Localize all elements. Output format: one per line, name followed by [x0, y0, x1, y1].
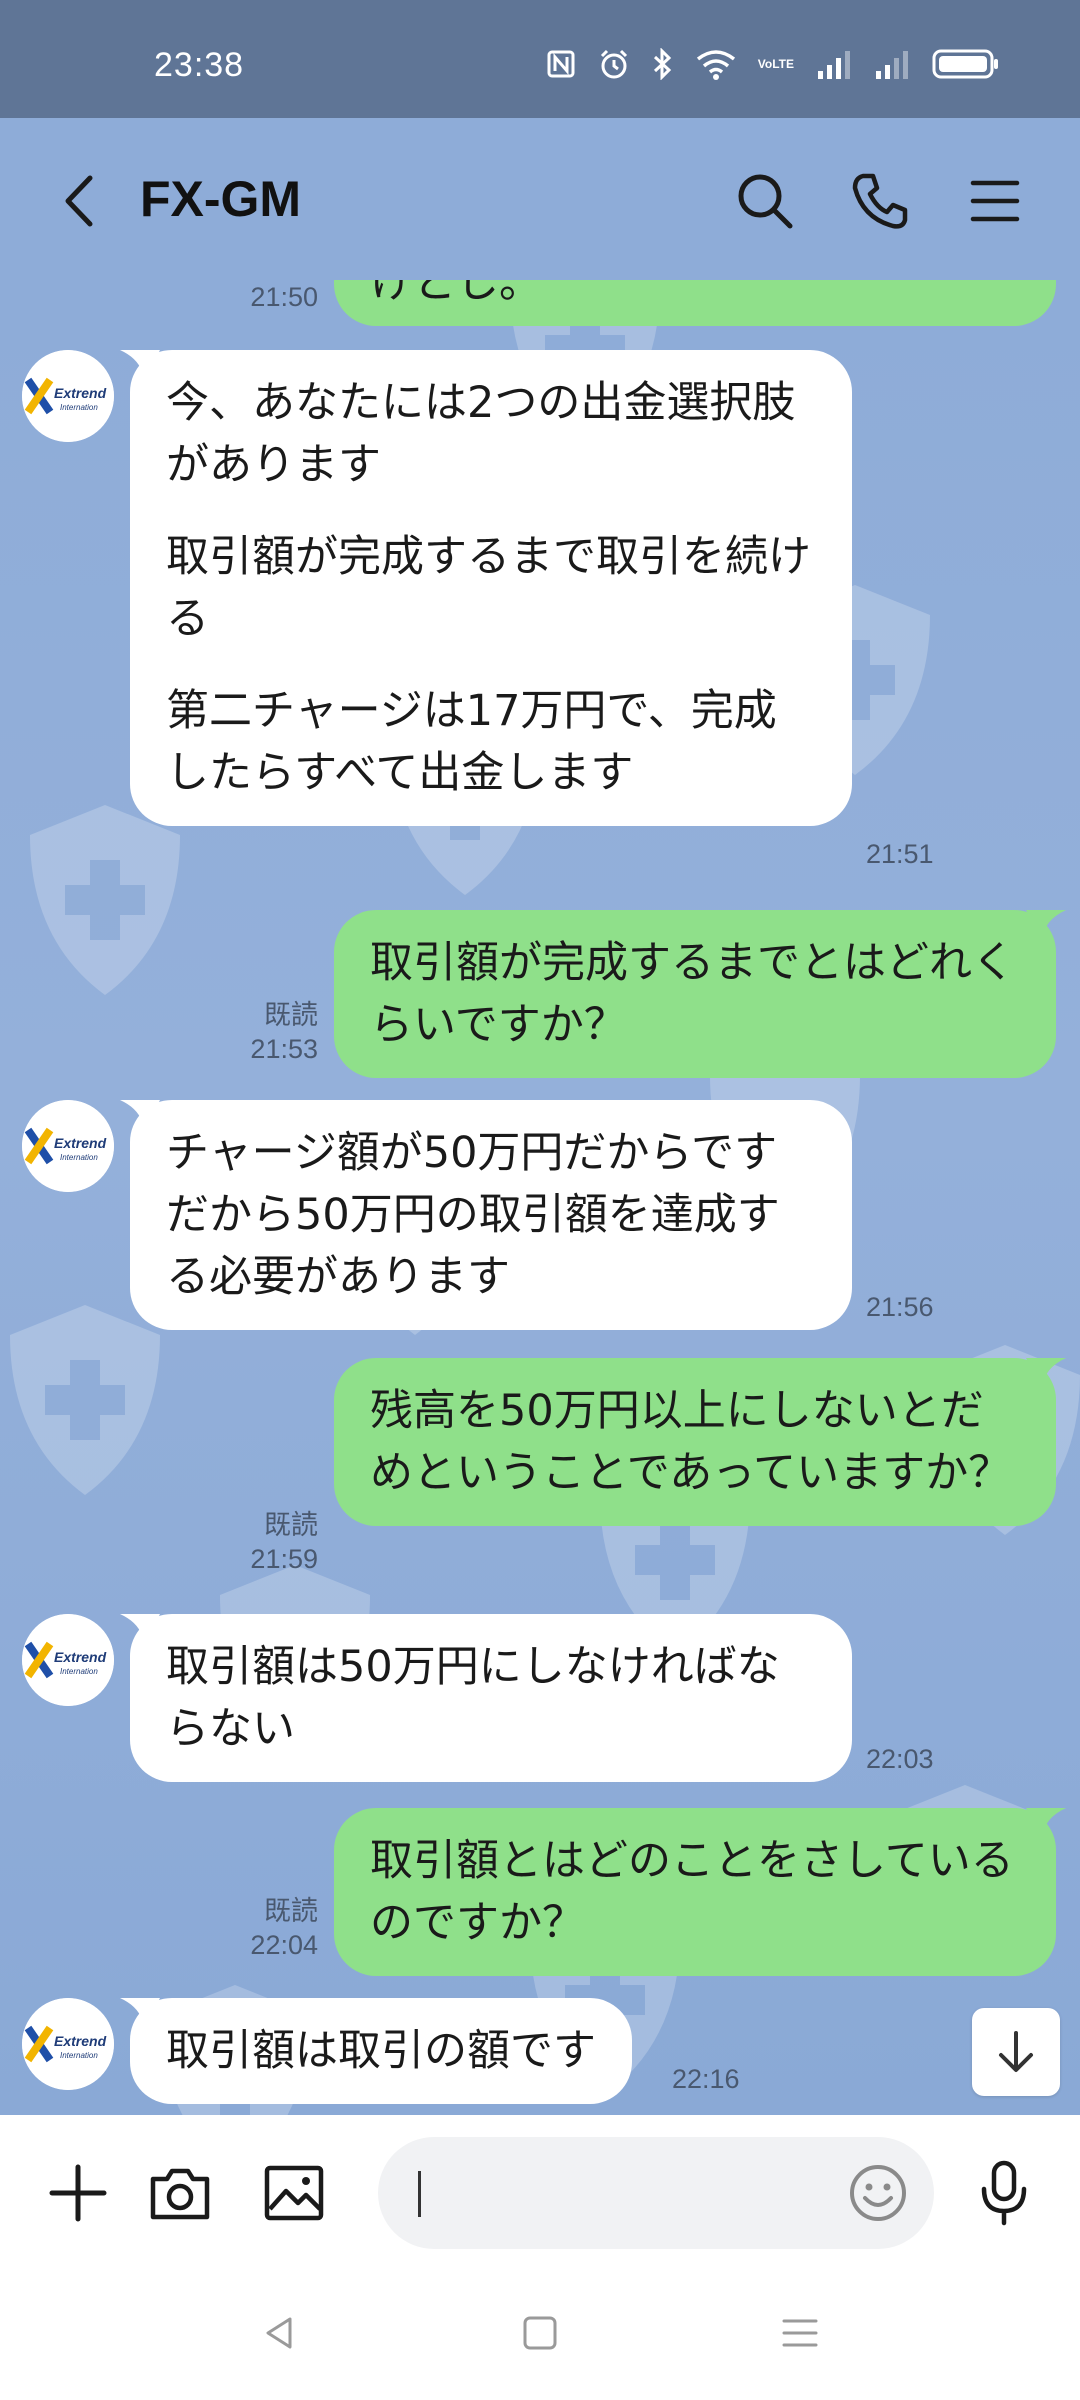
scroll-to-bottom-button[interactable]	[972, 2008, 1060, 2096]
outgoing-message[interactable]: けとし。	[334, 280, 1056, 326]
nav-home-button[interactable]	[510, 2303, 570, 2363]
contact-avatar[interactable]: Extrend Internation	[22, 1614, 114, 1706]
arrow-down-icon	[999, 2031, 1033, 2072]
chat-area[interactable]: けとし。 21:50 Extrend Internation 今、あなたには2つ…	[0, 280, 1080, 2115]
back-icon	[65, 175, 93, 227]
incoming-message[interactable]: チャージ額が50万円だからですだから50万円の取引額を達成する必要があります	[130, 1100, 852, 1330]
mic-icon	[981, 2160, 1027, 2226]
company-logo: Extrend Internation	[22, 350, 114, 442]
camera-icon	[150, 2168, 210, 2220]
message-timestamp: 22:03	[866, 1744, 934, 1774]
signal-icon	[874, 49, 910, 79]
battery-icon	[932, 48, 1000, 80]
message-input-bar	[0, 2115, 1080, 2265]
read-receipt: 既読	[264, 1510, 318, 1540]
message-input[interactable]	[378, 2137, 934, 2249]
phone-icon	[852, 173, 908, 229]
shield-icon	[30, 805, 180, 995]
svg-text:Extrend: Extrend	[54, 385, 107, 401]
nav-back-icon	[266, 2317, 292, 2349]
chat-header: FX-GM	[0, 118, 1080, 280]
emoji-button[interactable]	[844, 2159, 912, 2227]
contact-avatar[interactable]: Extrend Internation	[22, 350, 114, 442]
call-button[interactable]	[845, 166, 915, 236]
voice-button[interactable]	[966, 2155, 1042, 2231]
nav-recents-button[interactable]	[770, 2303, 830, 2363]
outgoing-message[interactable]: 残高を50万円以上にしないとだめということであっていますか？	[334, 1358, 1056, 1526]
plus-icon	[49, 2164, 107, 2222]
read-receipt: 既読	[264, 1896, 318, 1926]
svg-text:Internation: Internation	[60, 2051, 98, 2060]
message-timestamp: 21:56	[866, 1292, 934, 1322]
bluetooth-icon	[652, 48, 674, 80]
message-meta: 既読 21:59	[200, 1508, 318, 1576]
image-button[interactable]	[256, 2155, 332, 2231]
outgoing-message[interactable]: 取引額が完成するまでとはどれくらいですか？	[334, 910, 1056, 1078]
status-icons: VoLTE	[546, 44, 1000, 84]
incoming-message[interactable]: 今、あなたには2つの出金選択肢があります 取引額が完成するまで取引を続ける 第二…	[130, 350, 852, 826]
svg-text:Internation: Internation	[60, 1153, 98, 1162]
status-time: 23:38	[154, 46, 245, 84]
wifi-icon	[696, 48, 736, 80]
emoji-icon	[850, 2165, 906, 2221]
image-icon	[264, 2165, 324, 2221]
nav-recents-icon	[782, 2319, 818, 2347]
read-receipt: 既読	[264, 1000, 318, 1030]
plus-button[interactable]	[40, 2155, 116, 2231]
search-icon	[738, 174, 793, 229]
contact-avatar[interactable]: Extrend Internation	[22, 1100, 114, 1192]
message-timestamp: 21:50	[250, 282, 318, 312]
svg-text:Extrend: Extrend	[54, 1135, 107, 1151]
contact-avatar[interactable]: Extrend Internation	[22, 1998, 114, 2090]
nav-back-button[interactable]	[250, 2303, 310, 2363]
svg-text:Internation: Internation	[60, 403, 98, 412]
company-logo: Extrend Internation	[22, 1614, 114, 1706]
incoming-message[interactable]: 取引額は取引の額です	[130, 1998, 632, 2104]
svg-text:Internation: Internation	[60, 1667, 98, 1676]
message-meta: 既読 22:04	[200, 1894, 318, 1962]
menu-button[interactable]	[960, 166, 1030, 236]
menu-icon	[970, 180, 1020, 222]
nav-home-icon	[523, 2316, 557, 2350]
outgoing-message[interactable]: 取引額とはどのことをさしているのですか？	[334, 1808, 1056, 1976]
svg-text:Extrend: Extrend	[54, 1649, 107, 1665]
message-timestamp: 21:51	[866, 839, 934, 869]
back-button[interactable]	[52, 166, 112, 236]
message-timestamp: 22:16	[672, 2064, 740, 2094]
text-cursor	[418, 2171, 421, 2217]
search-button[interactable]	[730, 166, 800, 236]
svg-text:Extrend: Extrend	[54, 2033, 107, 2049]
status-bar: 23:38 VoLTE	[0, 0, 1080, 118]
system-nav-bar	[0, 2265, 1080, 2400]
message-meta: 既読 21:53	[200, 998, 318, 1066]
company-logo: Extrend Internation	[22, 1998, 114, 2090]
company-logo: Extrend Internation	[22, 1100, 114, 1192]
camera-button[interactable]	[142, 2155, 218, 2231]
shield-icon	[10, 1305, 160, 1495]
nfc-icon	[546, 49, 576, 79]
incoming-message[interactable]: 取引額は50万円にしなければならない	[130, 1614, 852, 1782]
signal-icon	[816, 49, 852, 79]
volte-icon: VoLTE	[757, 57, 794, 71]
chat-title: FX-GM	[140, 171, 302, 227]
alarm-icon	[598, 48, 630, 80]
